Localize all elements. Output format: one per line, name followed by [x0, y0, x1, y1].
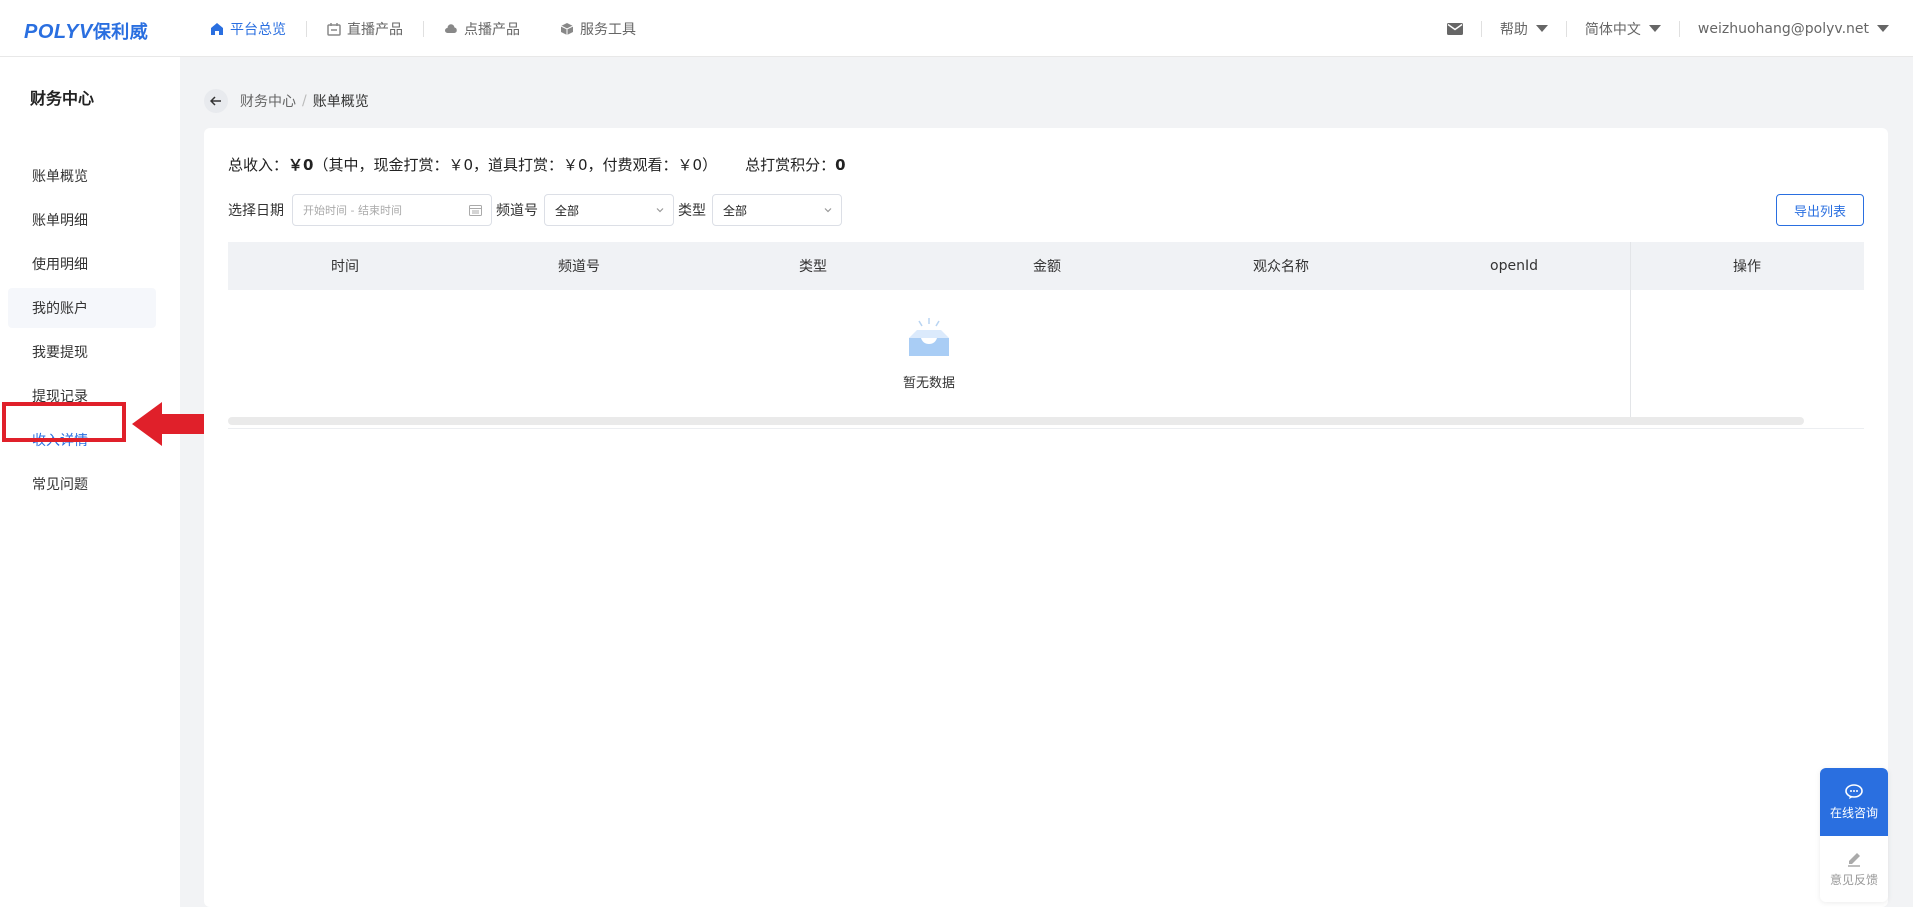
caret-down-icon	[1535, 25, 1548, 32]
channel-select[interactable]: 全部	[544, 194, 674, 226]
breadcrumb-separator: /	[302, 93, 307, 109]
sidebar-item-bill-overview[interactable]: 账单概览	[8, 156, 156, 196]
nav-item-platform-overview[interactable]: 平台总览	[190, 0, 306, 57]
table-header: 时间 频道号 类型 金额 观众名称 openId 操作	[228, 242, 1864, 290]
date-filter-label: 选择日期	[228, 203, 284, 219]
income-table: 时间 频道号 类型 金额 观众名称 openId 操作 暂无数据	[228, 242, 1864, 429]
sidebar-item-my-account[interactable]: 我的账户	[8, 288, 156, 328]
type-filter-label: 类型	[678, 203, 706, 219]
logo-cn-text: 保利威	[92, 22, 149, 43]
feedback-button[interactable]: 意见反馈	[1820, 836, 1888, 902]
messages-button[interactable]	[1429, 0, 1481, 57]
empty-state: 暂无数据	[228, 316, 1630, 391]
channel-filter-label: 频道号	[496, 203, 538, 219]
arrow-left-icon	[210, 96, 221, 106]
main-nav: 平台总览 直播产品 点播产品 服务工具	[190, 0, 656, 57]
filter-bar: 选择日期 开始时间 - 结束时间 频道号 全部 类型 全部	[228, 194, 846, 226]
type-select[interactable]: 全部	[712, 194, 842, 226]
breadcrumb-parent[interactable]: 财务中心	[240, 91, 296, 111]
top-navbar: POLYV保利威 平台总览 直播产品 点播产品 服务工具 帮助 简体中文 wei…	[0, 0, 1913, 57]
annotation-highlight-box	[2, 402, 126, 442]
sidebar-title: 财务中心	[30, 89, 95, 108]
income-details-panel: 总收入：￥0（其中，现金打赏：￥0，道具打赏：￥0，付费观看：￥0） 总打赏积分：…	[204, 128, 1888, 907]
logo-text: POLYV	[24, 21, 93, 43]
column-header-channel[interactable]: 频道号	[462, 256, 696, 276]
help-label: 帮助	[1499, 21, 1528, 38]
back-button[interactable]	[204, 89, 228, 113]
header-right-tools: 帮助 简体中文 weizhuohang@polyv.net	[1429, 0, 1889, 57]
sidebar-item-label: 使用明细	[32, 257, 88, 273]
income-breakdown: （其中，现金打赏：￥0，道具打赏：￥0，付费观看：￥0）	[313, 156, 718, 174]
account-email: weizhuohang@polyv.net	[1697, 20, 1869, 37]
sidebar-item-label: 我要提现	[32, 345, 88, 361]
home-icon	[211, 22, 223, 35]
mail-icon	[1446, 22, 1463, 35]
breadcrumb: 财务中心 / 账单概览	[204, 88, 369, 114]
sidebar-item-label: 账单概览	[32, 169, 88, 185]
nav-item-vod-products[interactable]: 点播产品	[424, 0, 540, 57]
nav-label: 平台总览	[230, 21, 286, 38]
online-consult-label: 在线咨询	[1829, 805, 1878, 820]
channel-select-value: 全部	[555, 203, 580, 218]
account-dropdown[interactable]: weizhuohang@polyv.net	[1680, 0, 1889, 57]
cloud-icon	[445, 23, 457, 33]
nav-item-live-products[interactable]: 直播产品	[307, 0, 423, 57]
total-points-value: 0	[835, 156, 846, 174]
floating-support-widget: 在线咨询 意见反馈	[1820, 768, 1888, 902]
chevron-down-icon	[656, 208, 664, 213]
sidebar-item-faq[interactable]: 常见问题	[8, 464, 156, 504]
empty-inbox-icon	[909, 318, 949, 356]
date-range-picker[interactable]: 开始时间 - 结束时间	[292, 194, 492, 226]
column-header-amount[interactable]: 金额	[930, 256, 1164, 276]
calendar-icon	[469, 205, 482, 216]
chat-bubble-icon	[1845, 783, 1863, 799]
empty-state-text: 暂无数据	[902, 376, 955, 391]
table-horizontal-scrollbar[interactable]	[228, 417, 1804, 425]
live-icon	[327, 22, 341, 36]
column-header-time[interactable]: 时间	[228, 256, 462, 276]
sidebar-item-usage-details[interactable]: 使用明细	[8, 244, 156, 284]
income-summary: 总收入：￥0（其中，现金打赏：￥0，道具打赏：￥0，付费观看：￥0） 总打赏积分：…	[228, 154, 846, 175]
total-income-label: 总收入：	[228, 156, 289, 174]
column-header-viewer-name[interactable]: 观众名称	[1164, 256, 1398, 276]
date-range-placeholder: 开始时间 - 结束时间	[303, 204, 402, 217]
type-select-value: 全部	[723, 203, 748, 218]
table-bottom-border	[228, 428, 1864, 429]
column-header-actions: 操作	[1733, 259, 1761, 275]
polyv-logo[interactable]: POLYV保利威	[24, 18, 148, 44]
chevron-down-icon	[824, 208, 832, 213]
column-header-openid[interactable]: openId	[1398, 258, 1630, 274]
finance-sidebar: 财务中心 账单概览 账单明细 使用明细 我的账户 我要提现 提现记录 收入详情 …	[0, 57, 180, 907]
sidebar-item-label: 常见问题	[32, 477, 88, 493]
sidebar-item-bill-details[interactable]: 账单明细	[8, 200, 156, 240]
breadcrumb-current: 账单概览	[312, 94, 369, 110]
nav-label: 点播产品	[464, 21, 520, 38]
feedback-label: 意见反馈	[1829, 872, 1878, 887]
box-icon	[560, 22, 574, 35]
language-dropdown[interactable]: 简体中文	[1567, 0, 1679, 57]
nav-label: 直播产品	[347, 21, 403, 38]
total-income-value: ￥0	[288, 156, 314, 174]
nav-item-service-tools[interactable]: 服务工具	[540, 0, 656, 57]
caret-down-icon	[1648, 25, 1661, 32]
help-dropdown[interactable]: 帮助	[1482, 0, 1566, 57]
caret-down-icon	[1877, 25, 1889, 32]
language-label: 简体中文	[1584, 21, 1641, 38]
column-header-type[interactable]: 类型	[696, 256, 930, 276]
nav-label: 服务工具	[580, 21, 636, 38]
online-consult-button[interactable]: 在线咨询	[1820, 768, 1888, 836]
pencil-icon	[1848, 852, 1860, 867]
sidebar-item-label: 我的账户	[32, 301, 88, 317]
table-body: 暂无数据	[228, 290, 1864, 417]
sidebar-item-withdraw[interactable]: 我要提现	[8, 332, 156, 372]
export-list-button[interactable]: 导出列表	[1776, 194, 1864, 226]
sidebar-item-label: 账单明细	[32, 213, 88, 229]
total-points-label: 总打赏积分：	[745, 156, 836, 174]
